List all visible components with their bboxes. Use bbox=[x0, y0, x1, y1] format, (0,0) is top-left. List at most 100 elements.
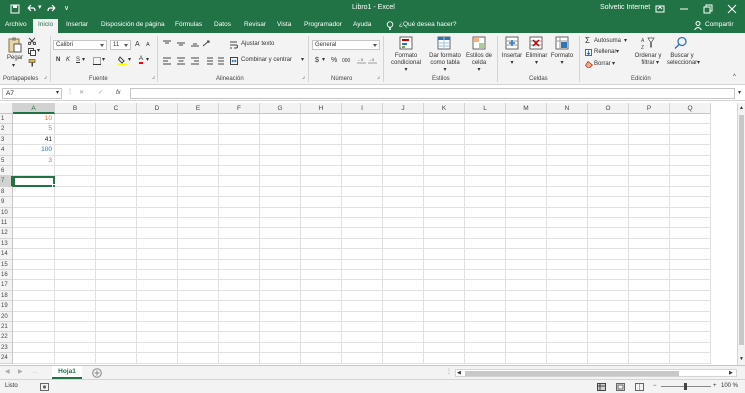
cell-k2[interactable] bbox=[424, 124, 465, 135]
cell-b3[interactable] bbox=[55, 134, 96, 146]
cell-d12[interactable] bbox=[137, 228, 178, 239]
zoom-level[interactable]: 100 % bbox=[721, 383, 738, 390]
cell-m13[interactable] bbox=[506, 238, 547, 250]
cell-g6[interactable] bbox=[260, 166, 301, 177]
cell-h8[interactable] bbox=[301, 186, 342, 198]
sort-filter-label-1[interactable]: Ordenar y bbox=[632, 53, 664, 60]
row-header-15[interactable]: 15 bbox=[0, 259, 13, 270]
cell-g7[interactable] bbox=[260, 176, 301, 187]
tab-formulas[interactable]: Fórmulas bbox=[175, 21, 202, 28]
cell-b17[interactable] bbox=[55, 280, 96, 291]
clear-eraser-icon[interactable] bbox=[585, 61, 593, 68]
cell-p18[interactable] bbox=[629, 290, 670, 302]
cell-b13[interactable] bbox=[55, 238, 96, 250]
cell-m12[interactable] bbox=[506, 228, 547, 239]
cell-e13[interactable] bbox=[178, 238, 219, 250]
column-header-o[interactable]: O bbox=[588, 103, 629, 114]
cell-j16[interactable] bbox=[383, 270, 424, 281]
cell-i14[interactable] bbox=[342, 249, 383, 260]
cell-j1[interactable] bbox=[383, 114, 424, 125]
cell-a24[interactable] bbox=[13, 353, 55, 364]
cell-p4[interactable] bbox=[629, 145, 670, 156]
cell-d8[interactable] bbox=[137, 186, 178, 198]
cell-p20[interactable] bbox=[629, 311, 670, 322]
cell-b10[interactable] bbox=[55, 207, 96, 218]
cell-f4[interactable] bbox=[219, 145, 260, 156]
cell-f6[interactable] bbox=[219, 166, 260, 177]
page-layout-view-icon[interactable] bbox=[616, 383, 625, 391]
cell-a3[interactable]: 41 bbox=[13, 134, 55, 146]
clear-dropdown-icon[interactable]: ▾ bbox=[612, 61, 615, 68]
user-name[interactable]: Solvetic Internet bbox=[600, 4, 650, 11]
cell-o4[interactable] bbox=[588, 145, 629, 156]
cell-p10[interactable] bbox=[629, 207, 670, 218]
insert-function-button[interactable]: fx bbox=[116, 90, 121, 97]
row-header-17[interactable]: 17 bbox=[0, 280, 13, 291]
zoom-slider-thumb[interactable] bbox=[684, 383, 687, 390]
bold-button[interactable]: N bbox=[56, 57, 60, 64]
fill-button[interactable]: Rellenar bbox=[594, 49, 616, 56]
cell-h14[interactable] bbox=[301, 249, 342, 260]
cell-g14[interactable] bbox=[260, 249, 301, 260]
cell-g17[interactable] bbox=[260, 280, 301, 291]
horizontal-align-icons[interactable] bbox=[163, 57, 225, 65]
cell-o19[interactable] bbox=[588, 301, 629, 312]
cell-j15[interactable] bbox=[383, 259, 424, 270]
cell-n17[interactable] bbox=[547, 280, 588, 291]
cell-h18[interactable] bbox=[301, 290, 342, 302]
paste-icon[interactable] bbox=[8, 37, 22, 53]
cell-d11[interactable] bbox=[137, 218, 178, 229]
cell-e24[interactable] bbox=[178, 353, 219, 364]
tab-insertar[interactable]: Insertar bbox=[66, 21, 88, 28]
cell-e4[interactable] bbox=[178, 145, 219, 156]
cell-c19[interactable] bbox=[96, 301, 137, 312]
cell-n22[interactable] bbox=[547, 332, 588, 343]
cell-p17[interactable] bbox=[629, 280, 670, 291]
cell-p5[interactable] bbox=[629, 155, 670, 166]
borders-dropdown-icon[interactable]: ▾ bbox=[102, 57, 105, 64]
cell-h15[interactable] bbox=[301, 259, 342, 270]
cell-h11[interactable] bbox=[301, 218, 342, 229]
cell-f23[interactable] bbox=[219, 342, 260, 354]
cell-f19[interactable] bbox=[219, 301, 260, 312]
cell-k4[interactable] bbox=[424, 145, 465, 156]
cell-m4[interactable] bbox=[506, 145, 547, 156]
cell-h1[interactable] bbox=[301, 114, 342, 125]
cell-o1[interactable] bbox=[588, 114, 629, 125]
copy-icon[interactable] bbox=[28, 48, 36, 56]
cell-l7[interactable] bbox=[465, 176, 506, 187]
cell-q7[interactable] bbox=[670, 176, 711, 187]
cell-f8[interactable] bbox=[219, 186, 260, 198]
cell-f24[interactable] bbox=[219, 353, 260, 364]
cell-c13[interactable] bbox=[96, 238, 137, 250]
cell-b23[interactable] bbox=[55, 342, 96, 354]
cell-g24[interactable] bbox=[260, 353, 301, 364]
cell-k23[interactable] bbox=[424, 342, 465, 354]
cell-h24[interactable] bbox=[301, 353, 342, 364]
cell-j11[interactable] bbox=[383, 218, 424, 229]
column-header-p[interactable]: P bbox=[629, 103, 670, 114]
expand-formula-bar-icon[interactable]: ▾ bbox=[738, 90, 741, 97]
cell-d6[interactable] bbox=[137, 166, 178, 177]
cell-d19[interactable] bbox=[137, 301, 178, 312]
cell-o13[interactable] bbox=[588, 238, 629, 250]
cell-q3[interactable] bbox=[670, 134, 711, 146]
underline-button[interactable]: S bbox=[76, 57, 80, 64]
cell-l5[interactable] bbox=[465, 155, 506, 166]
cell-c17[interactable] bbox=[96, 280, 137, 291]
row-header-20[interactable]: 20 bbox=[0, 311, 13, 322]
delete-cells-button[interactable]: Eliminar bbox=[524, 53, 549, 60]
cell-q15[interactable] bbox=[670, 259, 711, 270]
row-header-3[interactable]: 3 bbox=[0, 134, 13, 146]
cell-n19[interactable] bbox=[547, 301, 588, 312]
cell-l21[interactable] bbox=[465, 322, 506, 333]
cell-n24[interactable] bbox=[547, 353, 588, 364]
cell-p9[interactable] bbox=[629, 197, 670, 208]
cell-p13[interactable] bbox=[629, 238, 670, 250]
cell-g22[interactable] bbox=[260, 332, 301, 343]
cell-c3[interactable] bbox=[96, 134, 137, 146]
cell-p24[interactable] bbox=[629, 353, 670, 364]
cell-l1[interactable] bbox=[465, 114, 506, 125]
cell-c15[interactable] bbox=[96, 259, 137, 270]
cell-e23[interactable] bbox=[178, 342, 219, 354]
